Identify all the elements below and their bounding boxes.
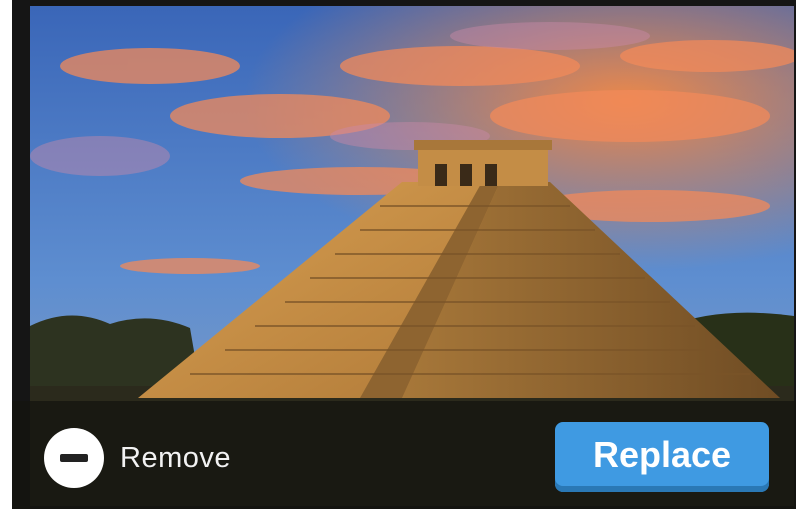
replace-button[interactable]: Replace — [555, 422, 769, 492]
remove-label: Remove — [120, 441, 231, 474]
minus-circle-icon[interactable] — [44, 428, 104, 488]
remove-button[interactable]: Remove — [44, 428, 231, 488]
